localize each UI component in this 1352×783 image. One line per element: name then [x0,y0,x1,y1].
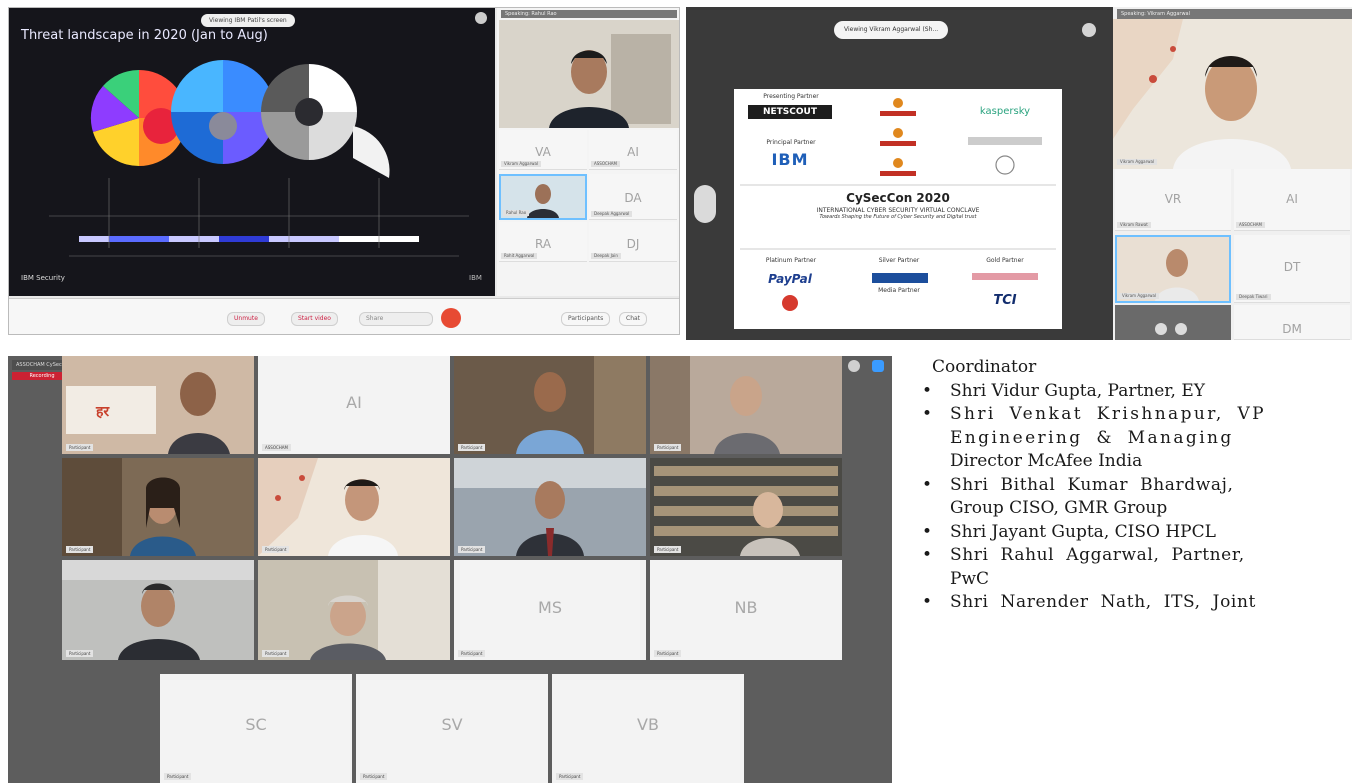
webinar-screenshot-threat-landscape: Threat landscape in 2020 (Jan to Aug) Vi… [8,7,680,335]
participant-tile[interactable]: SC Participant [160,674,352,783]
participant-tile[interactable]: DM [1234,305,1350,340]
participant-figure [454,356,646,454]
speaker-list: Coordinator • Shri Vidur Gupta, Partner, … [912,356,1352,783]
participant-tile[interactable]: AI ASSOCHAM [1234,169,1350,231]
participant-video[interactable]: Participant [454,458,646,556]
participant-video[interactable]: Participant [62,458,254,556]
participant-figure [258,458,450,556]
list-item: • Shri Bithal Kumar Bhardwaj, Group CISO, … [922,474,1234,519]
event-tagline: Towards Shaping the Future of Cyber Secu… [819,214,977,220]
participants-button[interactable]: Participants [561,312,611,326]
shared-screen: Threat landscape in 2020 (Jan to Aug) Vi… [9,8,495,296]
participant-video[interactable]: Participant [454,356,646,454]
speaker-video: Vikram Aggarwal [1113,19,1352,169]
speaker-video [499,20,679,128]
video-controls [1115,305,1231,340]
bullet-icon: • [922,592,933,612]
event-title-block: CySecCon 2020 INTERNATIONAL CYBER SECURI… [734,191,1062,220]
participant-tile[interactable]: AI ASSOCHAM [589,130,677,170]
threat-wheel-2 [171,60,275,164]
participant-tile[interactable]: MS Participant [454,560,646,660]
bullet-icon: • [922,521,933,542]
participant-video[interactable]: Participant [258,458,450,556]
participant-figure [258,560,450,660]
participant-tile[interactable]: DJ Deepak Jain [589,222,677,262]
participant-tile[interactable]: VB Participant [552,674,744,783]
participant-tile[interactable]: SV Participant [356,674,548,783]
webinar-screenshot-gallery: ASSOCHAM CySecCon 2020 Recording हर Part… [8,356,892,783]
threat-wheel-3 [261,64,390,178]
chat-button[interactable]: Chat [619,312,648,326]
slide-brand: IBM [469,274,482,282]
scroll-handle[interactable] [694,185,716,223]
webinar-screenshot-sponsors: Viewing Vikram Aggarwal (Sh... Presentin… [686,7,1352,340]
bullet-icon: • [922,404,935,424]
mic-icon[interactable] [1155,323,1167,335]
more-options-icon[interactable] [848,360,860,372]
participant-video[interactable]: Participant [62,560,254,660]
speaker-bullets: • Shri Vidur Gupta, Partner, EY • Shri Ven… [912,380,1352,615]
participant-video[interactable]: Participant [650,458,842,556]
slide-footer: IBM Security [21,274,65,282]
participant-figure [454,458,646,556]
svg-text:हर: हर [95,404,110,420]
bullet-icon: • [922,545,933,565]
participant-video[interactable]: Participant [258,560,450,660]
participant-tile[interactable]: RA Rohit Aggarwal [499,222,587,262]
participant-tile[interactable]: VR Vikram Rawat [1115,169,1231,231]
event-title: CySecCon 2020 [846,191,950,205]
end-call-button[interactable] [441,308,461,328]
view-toggle-icon[interactable] [872,360,884,372]
event-subtitle: INTERNATIONAL CYBER SECURITY VIRTUAL CON… [816,207,980,214]
participant-figure: हर [62,356,254,454]
participant-figure [650,458,842,556]
more-options-icon[interactable] [1082,23,1096,37]
bullet-icon: • [922,474,933,495]
participant-panel: Speaking: Vikram Aggarwal Vikram Aggarwa… [1113,7,1352,340]
list-item: • Shri Rahul Aggarwal, Partner, PwC [922,545,1245,589]
participant-figure [650,356,842,454]
list-item: • Shri Narender Nath, ITS, Joint [912,591,1352,615]
participant-figure [62,458,254,556]
slide-title: Threat landscape in 2020 (Jan to Aug) [21,28,268,43]
participant-figure [62,560,254,660]
list-item: • Shri Jayant Gupta, CISO HPCL [912,521,1352,545]
speaking-indicator: Speaking: Rahul Rao [501,10,677,18]
speaker-figure [1113,19,1352,169]
bullet-icon: • [922,380,933,401]
participant-tile[interactable]: NB Participant [650,560,842,660]
participant-tile[interactable]: DT Deepak Tiwari [1234,235,1350,303]
viewing-screen-pill[interactable]: Viewing Vikram Aggarwal (Sh... [834,21,949,39]
participant-tile[interactable]: DA Deepak Aggarwal [589,174,677,220]
participant-video[interactable]: हर Participant [62,356,254,454]
close-icon[interactable] [475,12,487,24]
event-poster: Presenting Partner Principal Partner Pla… [734,89,1062,329]
participant-tile[interactable]: AI ASSOCHAM [258,356,450,454]
participant-figure [1117,237,1229,301]
threat-landscape-graphic [49,60,469,257]
participant-video[interactable]: Participant [650,356,842,454]
camera-icon[interactable] [1175,323,1187,335]
participant-panel: Speaking: Rahul Rao VA Vikram Aggarwal AI… [497,8,679,296]
share-button[interactable]: Share [359,312,433,326]
participant-tile[interactable]: VA Vikram Aggarwal [499,130,587,170]
list-item: • Shri Venkat Krishnapur, VP Engineering &… [922,404,1266,471]
list-continuation: Coordinator [932,357,1037,377]
speaker-figure [499,20,679,128]
unmute-button[interactable]: Unmute [227,312,265,326]
participant-tile-self[interactable]: Vikram Aggarwal [1115,235,1231,303]
list-item: • Shri Vidur Gupta, Partner, EY [912,380,1352,404]
speaking-indicator: Speaking: Vikram Aggarwal [1117,9,1352,19]
start-video-button[interactable]: Start video [291,312,338,326]
viewing-screen-pill[interactable]: Viewing IBM Patil's screen [201,14,295,27]
meeting-toolbar: Unmute Start video Share Participants Ch… [9,298,679,334]
participant-tile-self[interactable]: Rahul Rao [499,174,587,220]
